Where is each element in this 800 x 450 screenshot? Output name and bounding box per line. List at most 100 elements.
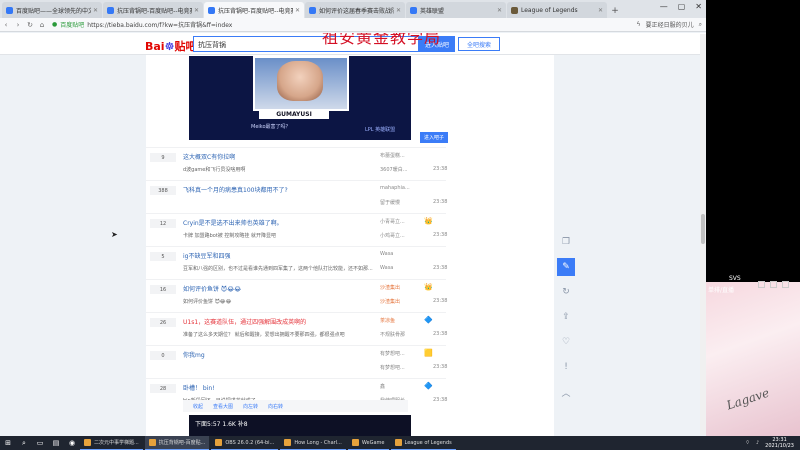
taskbar-app[interactable]: OBS 26.0.2 (64-bi... bbox=[211, 436, 279, 450]
window-controls: — ▢ ✕ bbox=[660, 2, 702, 11]
taskbar-app[interactable]: 二次元中事学梯题... bbox=[80, 436, 143, 450]
video-thumbnail[interactable]: GUMAYUSI Meiko最害了吗？ LPL 英雄联盟 bbox=[189, 56, 411, 140]
taskbar-app[interactable]: League of Legends bbox=[390, 436, 456, 450]
address-bar: ‹ › ↻ ⌂ ● 百度贴吧 https://tieba.baidu.com/f… bbox=[0, 18, 706, 32]
search-all-button[interactable]: 全吧搜索 bbox=[458, 37, 500, 51]
file-explorer-icon[interactable]: ▤ bbox=[48, 436, 64, 450]
lightning-icon[interactable]: ϟ bbox=[637, 21, 641, 28]
reply-time: 23:38 bbox=[433, 364, 448, 370]
volume-icon[interactable]: ♪ bbox=[756, 440, 759, 446]
thread-author[interactable]: 茶凉鱼 bbox=[380, 317, 395, 324]
new-tab-icon[interactable]: + bbox=[608, 4, 622, 18]
baidu-tieba-logo[interactable]: Bai☸贴吧 bbox=[145, 38, 196, 54]
right-hint[interactable]: 要正经日服的贝儿 bbox=[646, 20, 694, 29]
thread-row[interactable]: 0 你我mg 有梦想吧... 有梦想吧... 23:38 🟨 bbox=[146, 345, 448, 378]
last-replier[interactable]: 有梦想吧... bbox=[380, 364, 405, 371]
thread-title[interactable]: 飞科真一个月的病患真100块都用不了? bbox=[183, 185, 288, 194]
thread-title[interactable]: 卧槽！ bin! bbox=[183, 383, 215, 392]
thread-author[interactable]: 布蕾蛋糕... bbox=[380, 152, 405, 159]
post-image[interactable]: 下面5:57 1.6K 补8 bbox=[189, 415, 411, 436]
thread-title[interactable]: 你我mg bbox=[183, 350, 205, 359]
stream-side-panel: Lagave bbox=[706, 0, 800, 436]
browser-tab[interactable]: 百度贴吧——全球领先的中文社区✕ bbox=[2, 2, 102, 18]
taskbar-app[interactable]: WeGame bbox=[347, 436, 389, 450]
thread-author[interactable]: mahaphia... bbox=[380, 185, 410, 191]
thread-row[interactable]: 16 如何评价鱼饼 😈😂😂 如何评价鱼饼 😈😂😂 沙渣集出 沙渣集出 23:38… bbox=[146, 279, 447, 312]
last-replier[interactable]: Wasa bbox=[380, 265, 393, 271]
thread-excerpt: 卡牌 加盟路bot被 控制攻略挂 就开降显吧 bbox=[183, 233, 276, 239]
url-field[interactable]: ● 百度贴吧 https://tieba.baidu.com/f?kw=抗压背锅… bbox=[52, 20, 482, 29]
network-icon[interactable]: ⌔ bbox=[745, 440, 750, 446]
site-label: 百度贴吧 bbox=[60, 22, 85, 29]
collapse-button[interactable]: 收起 bbox=[193, 403, 203, 410]
thread-title[interactable]: U1s1，这赛道队伍，通过四强解围改成英啊的 bbox=[183, 317, 306, 326]
close-icon[interactable]: ✕ bbox=[295, 7, 300, 14]
reply-count: 9 bbox=[150, 153, 176, 162]
last-replier[interactable]: 留于缓慢 bbox=[380, 199, 400, 206]
bookmark-icon[interactable]: ❐ bbox=[557, 233, 575, 251]
thread-row[interactable]: 12 Cryin是不是选不出来帅也英雄了啊。 卡牌 加盟路bot被 控制攻略挂 … bbox=[146, 213, 447, 246]
search-icon[interactable]: ⌕ bbox=[699, 21, 702, 29]
browser-tab[interactable]: 抗压背锅吧-百度贴吧--电竞赛好者和...✕ bbox=[103, 2, 203, 18]
last-replier[interactable]: 沙渣集出 bbox=[380, 298, 400, 305]
thread-author[interactable]: Wasa bbox=[380, 251, 393, 257]
thread-excerpt: d波game和飞行员没啥用啊 bbox=[183, 167, 246, 173]
thread-title[interactable]: ig不缺豆军和四强 bbox=[183, 251, 230, 260]
edit-icon[interactable]: ✎ bbox=[557, 258, 575, 276]
browser-tab[interactable]: League of Legends ✕ bbox=[507, 2, 607, 18]
close-icon[interactable]: ✕ bbox=[93, 7, 98, 14]
last-replier[interactable]: 不规肤骨那 bbox=[380, 331, 405, 338]
taskbar-app[interactable]: How Long - Charl... bbox=[280, 436, 346, 450]
view-large-button[interactable]: 查看大图 bbox=[213, 403, 233, 410]
watermark-text: 祖安黄金教学局 bbox=[322, 33, 442, 47]
browser-tab[interactable]: 如何评价这届春季赛击败战队...✕ bbox=[305, 2, 405, 18]
level-badge-icon: 🔷 bbox=[424, 316, 433, 324]
last-replier[interactable]: 小鸡哥立... bbox=[380, 232, 405, 239]
heart-icon[interactable]: ♡ bbox=[557, 333, 575, 351]
rotate-right-button[interactable]: 向右转 bbox=[268, 403, 283, 410]
back-icon[interactable]: ‹ bbox=[0, 21, 12, 29]
browser-tab[interactable]: 英雄联盟 ✕ bbox=[406, 2, 506, 18]
thread-row[interactable]: 5 ig不缺豆军和四强 豆军和八强的区别，也不过是看谁先通到四军集了，这两个他队… bbox=[146, 246, 447, 279]
task-view-icon[interactable]: ▭ bbox=[32, 436, 48, 450]
thread-author[interactable]: 有梦想吧... bbox=[380, 350, 405, 357]
thread-author[interactable]: 沙渣集出 bbox=[380, 284, 400, 291]
thread-title[interactable]: Cryin是不是选不出来帅也英雄了啊。 bbox=[183, 218, 283, 227]
share-icon[interactable]: ⇪ bbox=[557, 308, 575, 326]
thread-author[interactable]: 鑫 bbox=[380, 383, 385, 390]
music-icon bbox=[284, 439, 292, 446]
home-icon[interactable]: ⌂ bbox=[36, 21, 48, 29]
close-icon[interactable]: ✕ bbox=[497, 7, 502, 14]
maximize-button[interactable]: ▢ bbox=[678, 2, 686, 11]
league-favicon-icon bbox=[511, 6, 518, 14]
thread-row[interactable]: 26 U1s1，这赛道队伍，通过四强解围改成英啊的 准备了这么多天期位？ 就后和… bbox=[146, 312, 447, 345]
browser-icon[interactable]: ◉ bbox=[64, 436, 80, 450]
refresh-icon[interactable]: ↻ bbox=[557, 283, 575, 301]
reload-icon[interactable]: ↻ bbox=[24, 21, 36, 29]
clock[interactable]: 23:31 2021/10/23 bbox=[765, 437, 794, 449]
close-window-button[interactable]: ✕ bbox=[695, 2, 702, 11]
thread-author[interactable]: 小青哥立... bbox=[380, 218, 405, 225]
thread-title[interactable]: 如何评价鱼饼 😈😂😂 bbox=[183, 284, 241, 293]
taskbar-app-active[interactable]: 抗压背锅吧-百度贴... bbox=[144, 436, 210, 450]
forward-icon[interactable]: › bbox=[12, 21, 24, 29]
thread-row[interactable]: 388 飞科真一个月的病患真100块都用不了? mahaphia... 留于缓慢… bbox=[146, 180, 447, 213]
windows-start-icon[interactable]: ⊞ bbox=[0, 436, 16, 450]
thread-title[interactable]: 这大概双C有你拉啊 bbox=[183, 152, 235, 161]
last-replier[interactable]: 3607暖白... bbox=[380, 166, 408, 173]
close-icon[interactable]: ✕ bbox=[598, 7, 603, 14]
scrollbar-thumb[interactable] bbox=[701, 214, 705, 244]
report-icon[interactable]: ! bbox=[557, 358, 575, 376]
minimize-button[interactable]: — bbox=[660, 2, 668, 11]
join-button[interactable]: 进入吧子 bbox=[420, 132, 448, 143]
back-to-top-icon[interactable]: ︿ bbox=[557, 383, 575, 401]
close-icon[interactable]: ✕ bbox=[194, 7, 199, 14]
url-text[interactable]: https://tieba.baidu.com/f?kw=抗压背锅&ff=ind… bbox=[87, 20, 232, 29]
clock-date: 2021/10/23 bbox=[765, 443, 794, 449]
search-icon[interactable]: ⌕ bbox=[16, 436, 32, 450]
thread-row[interactable]: 9 这大概双C有你拉啊 d波game和飞行员没啥用啊 布蕾蛋糕... 3607暖… bbox=[146, 147, 447, 180]
close-icon[interactable]: ✕ bbox=[396, 7, 401, 14]
rotate-left-button[interactable]: 向左转 bbox=[243, 403, 258, 410]
browser-tab-active[interactable]: 抗压背锅吧-百度贴吧--电竞赛好者和...✕ bbox=[204, 2, 304, 18]
level-badge-icon: 🔷 bbox=[424, 382, 433, 390]
